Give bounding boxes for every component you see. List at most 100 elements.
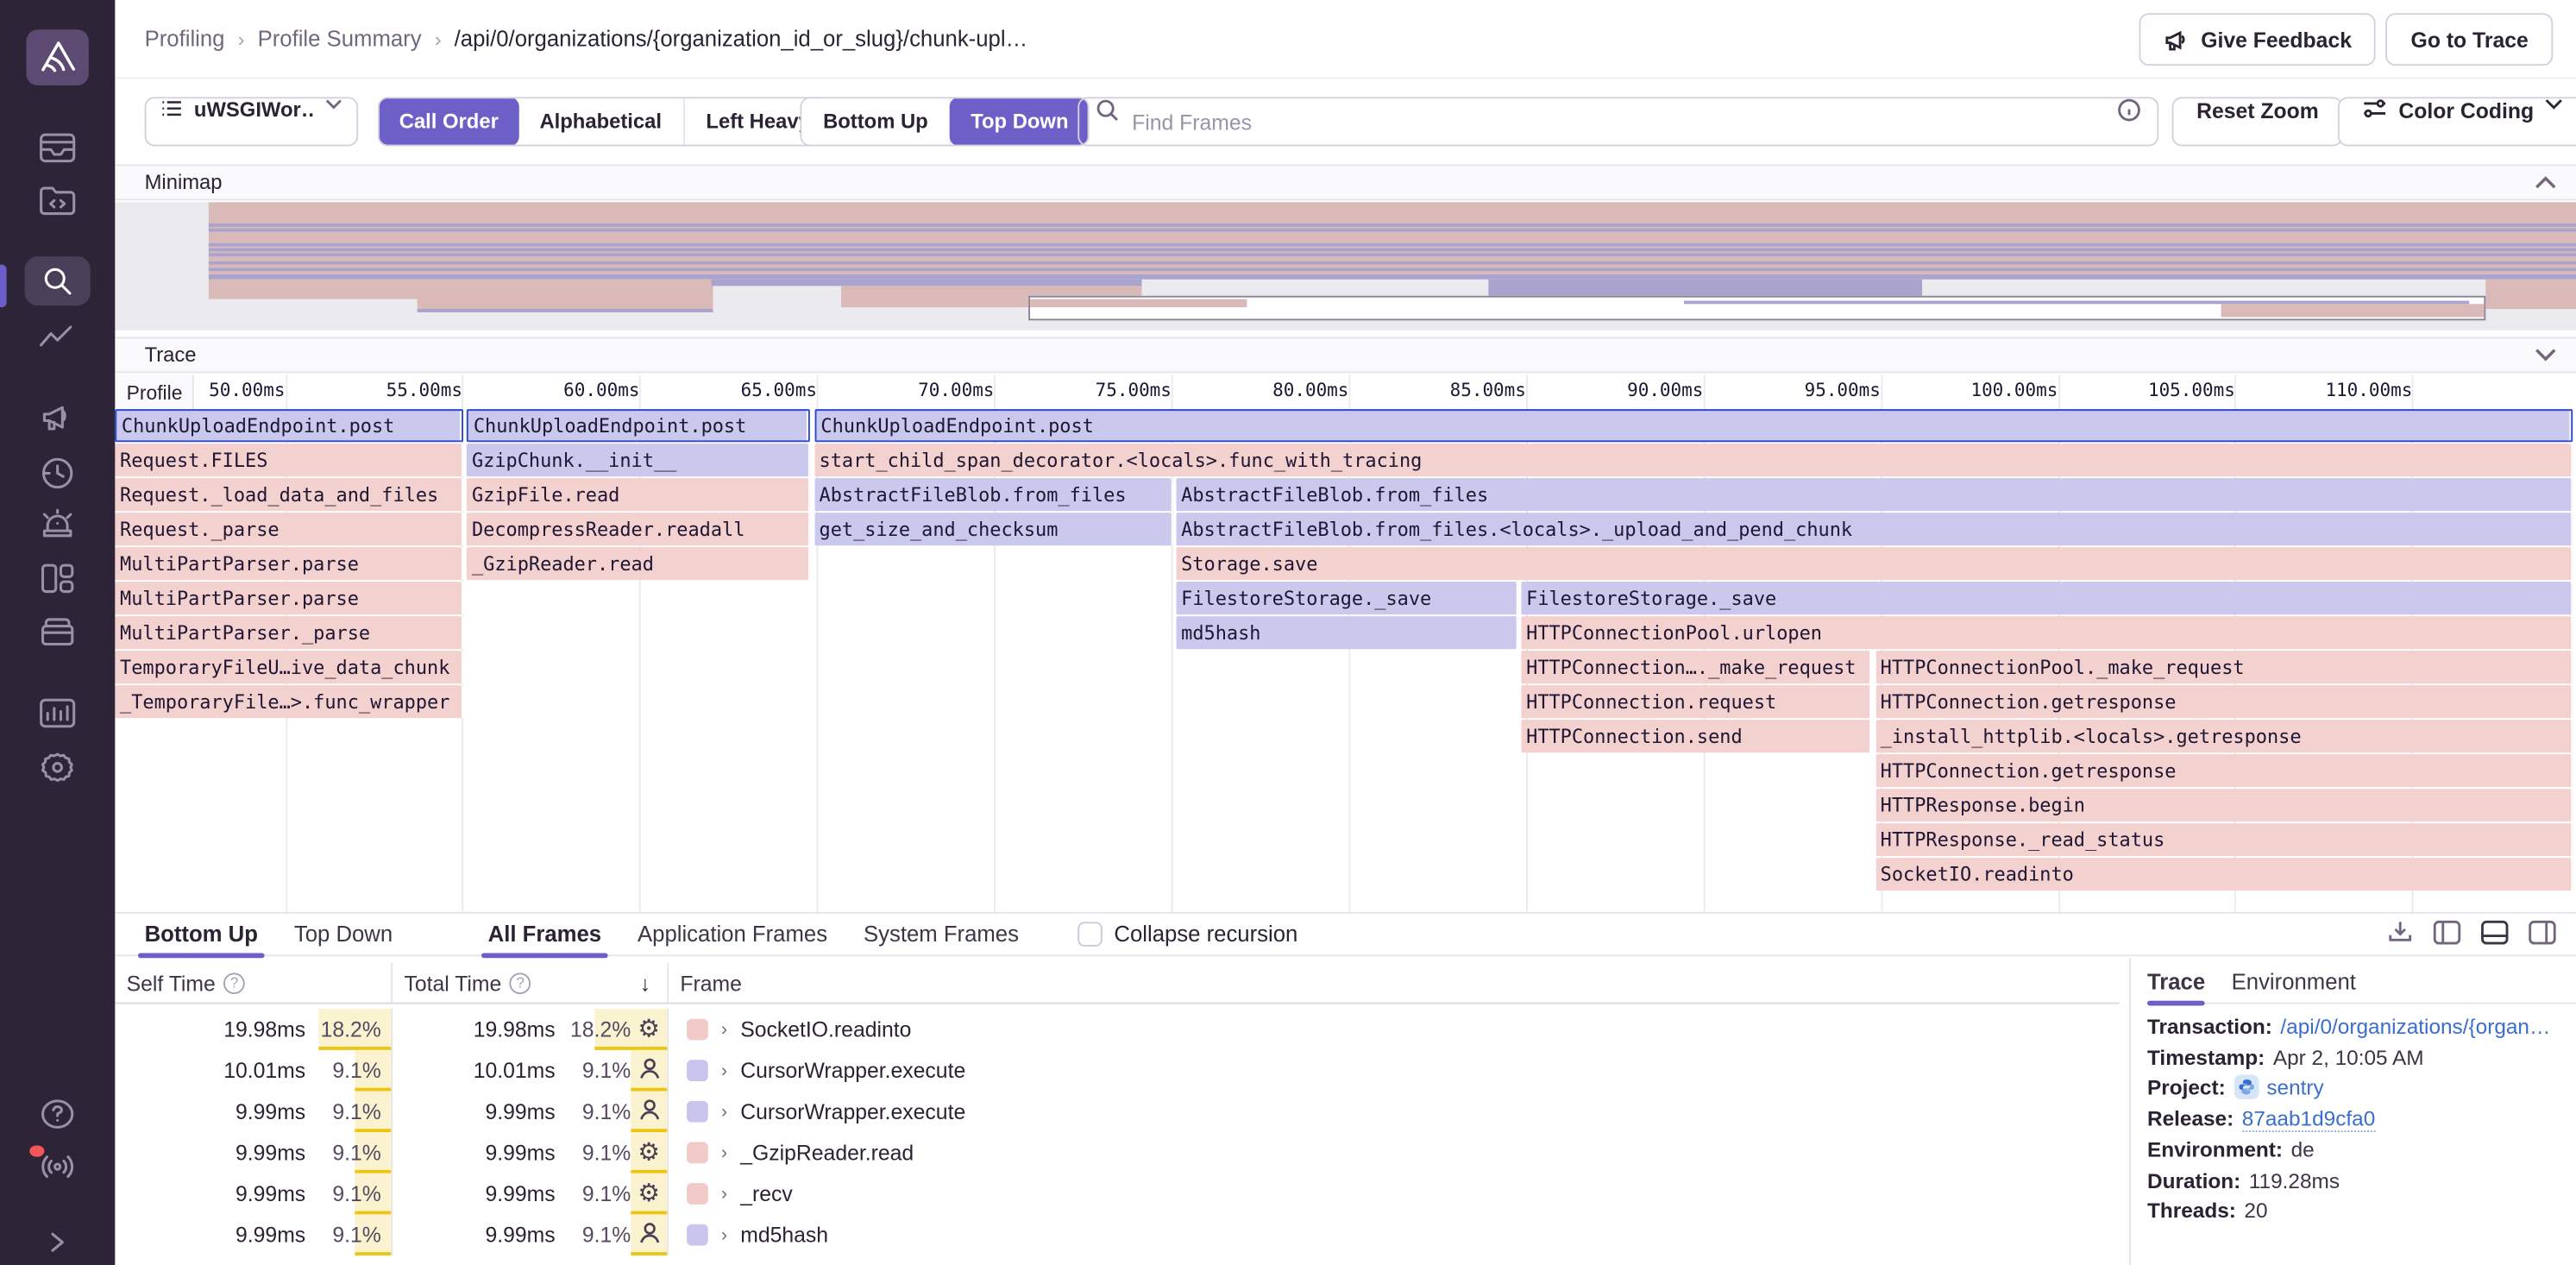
flame-frame[interactable]: MultiPartParser.parse	[115, 582, 464, 614]
flame-frame[interactable]: ChunkUploadEndpoint.post	[814, 409, 2573, 442]
flame-frame[interactable]: FilestoreStorage._save	[1521, 582, 2573, 614]
flame-frame[interactable]: HTTPResponse.begin	[1875, 789, 2573, 821]
flame-frame[interactable]: get_size_and_checksum	[814, 513, 1173, 545]
flame-frame[interactable]: GzipChunk.__init__	[467, 444, 809, 476]
tab-system-frames[interactable]: System Frames	[864, 913, 1019, 956]
detail-link[interactable]: /api/0/organizations/{organ…	[2280, 1014, 2550, 1039]
collapse-trace-icon[interactable]	[2535, 349, 2556, 362]
flame-frame[interactable]: md5hash	[1176, 616, 1517, 649]
table-row[interactable]: 9.99ms9.1%9.99ms9.1%›CursorWrapper.execu…	[115, 1091, 2119, 1132]
tab-application-frames[interactable]: Application Frames	[638, 913, 827, 956]
sidebar-item-replays[interactable]	[0, 456, 115, 492]
flame-frame[interactable]: HTTPConnection.getresponse	[1875, 754, 2573, 787]
collapse-minimap-icon[interactable]	[2535, 176, 2556, 189]
flame-frame[interactable]: HTTPConnection.send	[1521, 720, 1871, 752]
sidebar-item-explore[interactable]	[0, 256, 115, 305]
flame-frame[interactable]: HTTPConnection.getresponse	[1875, 685, 2573, 718]
sort-option-call-order[interactable]: Call Order	[378, 97, 520, 146]
flame-frame[interactable]: HTTPResponse._read_status	[1875, 823, 2573, 856]
flame-frame[interactable]: start_child_span_decorator.<locals>.func…	[814, 444, 2573, 476]
frame-cell[interactable]: ›_GzipReader.read	[669, 1132, 2120, 1174]
search-input[interactable]	[1132, 98, 2104, 144]
flame-frame[interactable]: HTTPConnectionPool._make_request	[1875, 651, 2573, 683]
frame-cell[interactable]: ›md5hash	[669, 1214, 2120, 1256]
direction-option-bottom-up[interactable]: Bottom Up	[801, 98, 951, 144]
total-time-header[interactable]: Total Time? ↓	[393, 963, 669, 1003]
tab-all-frames[interactable]: All Frames	[488, 913, 601, 956]
sidebar-item-whats-new[interactable]	[0, 1149, 115, 1186]
flame-frame[interactable]: AbstractFileBlob.from_files	[814, 478, 1173, 511]
sidebar-item-dashboards[interactable]	[0, 324, 115, 353]
self-time-header[interactable]: Self Time?	[115, 963, 393, 1003]
flame-frame[interactable]: _GzipReader.read	[467, 547, 809, 580]
table-row[interactable]: 9.99ms9.1%9.99ms9.1%⚙›_recv	[115, 1174, 2119, 1215]
checkbox[interactable]	[1078, 922, 1103, 947]
reset-zoom-button[interactable]: Reset Zoom	[2172, 97, 2344, 146]
table-row[interactable]: 19.98ms18.2%19.98ms18.2%⚙›SocketIO.readi…	[115, 1009, 2119, 1050]
minimap[interactable]	[115, 202, 2576, 330]
expand-row-icon[interactable]: ›	[721, 1102, 727, 1122]
breadcrumb-profiling[interactable]: Profiling	[145, 26, 225, 51]
table-row[interactable]: 9.99ms9.1%9.99ms9.1%⚙›_GzipReader.read	[115, 1132, 2119, 1174]
flame-frame[interactable]: TemporaryFileU…ive_data_chunk	[115, 651, 464, 683]
frame-cell[interactable]: ›_recv	[669, 1174, 2120, 1215]
tab-top-down[interactable]: Top Down	[294, 913, 393, 956]
flame-frame[interactable]: _TemporaryFile…>.func_wrapper	[115, 685, 464, 718]
frame-cell[interactable]: ›SocketIO.readinto	[669, 1009, 2120, 1050]
flame-frame[interactable]: AbstractFileBlob.from_files.<locals>._up…	[1176, 513, 2573, 545]
flame-frame[interactable]: FilestoreStorage._save	[1176, 582, 1517, 614]
minimap-viewport[interactable]	[1028, 296, 2485, 321]
details-tab-trace[interactable]: Trace	[2147, 960, 2205, 1004]
color-coding-button[interactable]: Color Coding	[2338, 97, 2576, 146]
sidebar-expand-button[interactable]	[0, 1229, 115, 1255]
detail-link[interactable]: 87aab1d9cfa0	[2242, 1105, 2375, 1131]
frame-cell[interactable]: ›CursorWrapper.execute	[669, 1091, 2120, 1132]
go-to-trace-button[interactable]: Go to Trace	[2386, 13, 2553, 66]
flame-frame[interactable]: GzipFile.read	[467, 478, 809, 511]
sentry-logo[interactable]	[0, 29, 115, 85]
flame-frame[interactable]: HTTPConnection…._make_request	[1521, 651, 1871, 683]
sidebar-item-stats[interactable]	[0, 696, 115, 729]
sidebar-item-feedback[interactable]	[0, 401, 115, 434]
expand-row-icon[interactable]: ›	[721, 1184, 727, 1204]
direction-option-top-down[interactable]: Top Down	[949, 97, 1090, 146]
flame-frame[interactable]: AbstractFileBlob.from_files	[1176, 478, 2573, 511]
sidebar-item-projects[interactable]	[0, 184, 115, 217]
flame-frame[interactable]: _install_httplib.<locals>.getresponse	[1875, 720, 2573, 752]
table-row[interactable]: 9.99ms9.1%9.99ms9.1%›md5hash	[115, 1214, 2119, 1256]
flame-frame[interactable]: Request._parse	[115, 513, 464, 545]
flame-frame[interactable]: ChunkUploadEndpoint.post	[115, 409, 464, 442]
sidebar-item-help[interactable]	[0, 1096, 115, 1132]
collapse-recursion-checkbox[interactable]: Collapse recursion	[1078, 922, 1298, 947]
sidebar-item-insights[interactable]	[0, 562, 115, 595]
frame-cell[interactable]: ›CursorWrapper.execute	[669, 1050, 2120, 1092]
sidebar-item-alerts[interactable]	[0, 507, 115, 540]
sidebar-item-issues[interactable]	[0, 131, 115, 164]
details-tab-environment[interactable]: Environment	[2232, 960, 2356, 1004]
flame-frame[interactable]: SocketIO.readinto	[1875, 858, 2573, 891]
info-icon[interactable]	[2118, 98, 2141, 122]
flame-frame[interactable]: MultiPartParser._parse	[115, 616, 464, 649]
thread-selector[interactable]: uWSGIWor…	[145, 97, 359, 146]
expand-row-icon[interactable]: ›	[721, 1225, 727, 1245]
flame-frame[interactable]: Request.FILES	[115, 444, 464, 476]
layout-right-icon[interactable]	[2529, 919, 2556, 944]
expand-row-icon[interactable]: ›	[721, 1020, 727, 1040]
flame-frame[interactable]: Request._load_data_and_files	[115, 478, 464, 511]
detail-link[interactable]: sentry	[2266, 1074, 2323, 1099]
breadcrumb-profile-summary[interactable]: Profile Summary	[258, 26, 422, 51]
find-frames-search[interactable]	[1078, 97, 2158, 146]
layout-left-icon[interactable]	[2433, 919, 2460, 944]
sidebar-item-crons[interactable]	[0, 614, 115, 647]
frame-header[interactable]: Frame	[669, 963, 2120, 1003]
give-feedback-button[interactable]: Give Feedback	[2139, 13, 2377, 66]
flame-frame[interactable]: HTTPConnection.request	[1521, 685, 1871, 718]
tab-bottom-up[interactable]: Bottom Up	[145, 913, 258, 956]
sort-option-alphabetical[interactable]: Alphabetical	[518, 98, 685, 144]
layout-bottom-icon[interactable]	[2481, 919, 2509, 944]
expand-row-icon[interactable]: ›	[721, 1060, 727, 1080]
flame-frame[interactable]: DecompressReader.readall	[467, 513, 809, 545]
flame-frame[interactable]: Storage.save	[1176, 547, 2573, 580]
flame-frame[interactable]: HTTPConnectionPool.urlopen	[1521, 616, 2573, 649]
download-icon[interactable]	[2387, 919, 2413, 945]
